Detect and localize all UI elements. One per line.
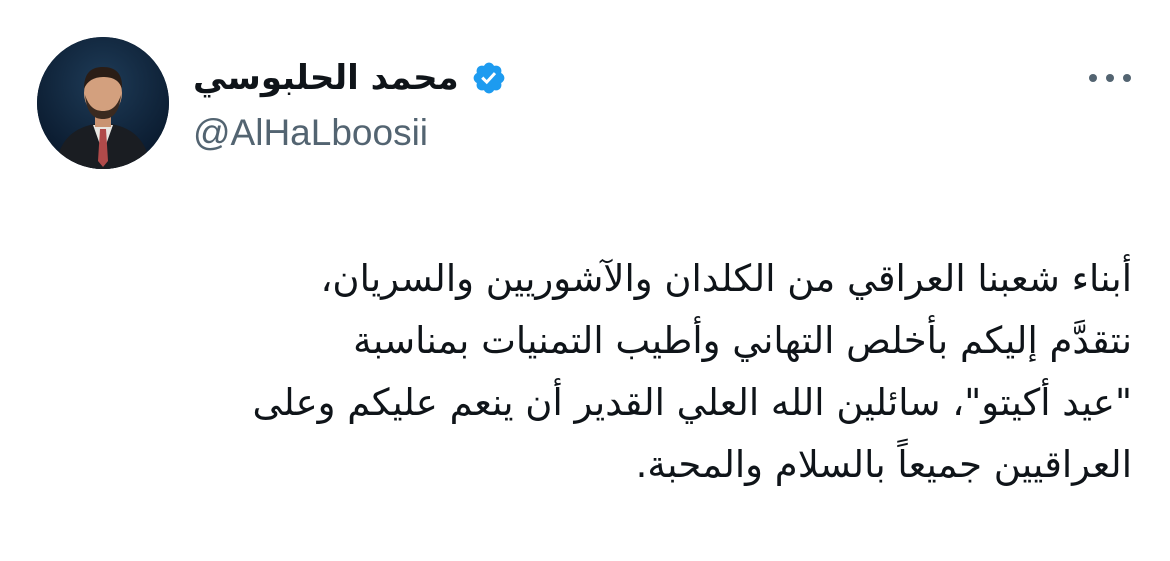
avatar[interactable] (37, 37, 169, 169)
author-name-row[interactable]: محمد الحلبوسي (193, 52, 507, 104)
display-name[interactable]: محمد الحلبوسي (193, 52, 459, 104)
author-handle[interactable]: @AlHaLboosii (193, 110, 428, 156)
tweet-text: أبناء شعبنا العراقي من الكلدان والآشوريي… (40, 248, 1133, 496)
tweet-text-line: العراقيين جميعاً بالسلام والمحبة. (635, 443, 1132, 486)
tweet-text-line: أبناء شعبنا العراقي من الكلدان والآشوريي… (320, 257, 1132, 300)
tweet-text-line: نتقدَّم إليكم بأخلص التهاني وأطيب التمني… (353, 319, 1132, 362)
verified-badge-icon (471, 60, 507, 96)
more-options-button[interactable] (1086, 68, 1134, 88)
profile-photo (37, 37, 169, 169)
tweet-card: محمد الحلبوسي @AlHaLboosii أبناء شعبنا ا… (0, 0, 1170, 561)
tweet-text-line: "عيد أكيتو"، سائلين الله العلي القدير أن… (252, 381, 1133, 424)
more-horizontal-icon (1089, 74, 1131, 82)
